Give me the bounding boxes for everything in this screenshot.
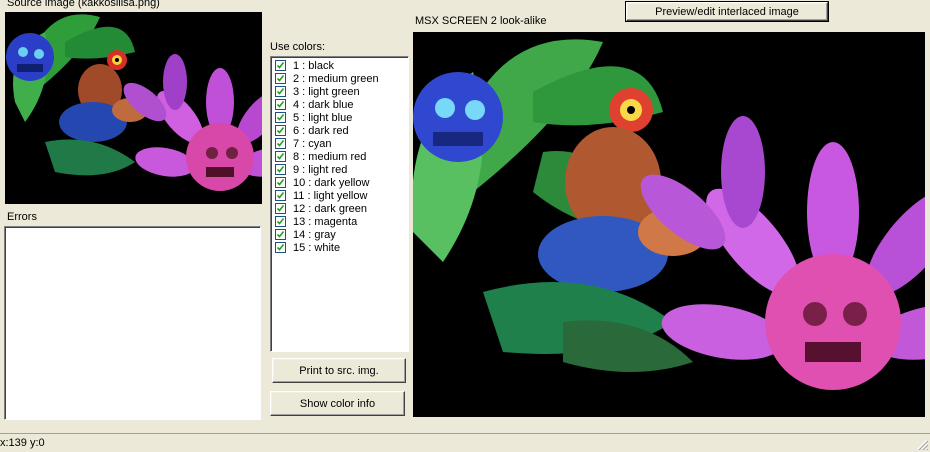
checkmark-icon <box>276 75 285 82</box>
checkbox[interactable] <box>275 216 286 227</box>
color-check-label: 5 : light blue <box>293 111 353 124</box>
show-color-info-button[interactable]: Show color info <box>270 391 405 416</box>
checkbox[interactable] <box>275 99 286 110</box>
checkbox[interactable] <box>275 164 286 175</box>
color-check-item[interactable]: 14 : gray <box>275 228 336 241</box>
color-check-item[interactable]: 8 : medium red <box>275 150 366 163</box>
color-check-item[interactable]: 5 : light blue <box>275 111 352 124</box>
color-check-item[interactable]: 11 : light yellow <box>275 189 367 202</box>
errors-content <box>5 227 260 231</box>
source-image-title: Source image (kakkosliisa.png) <box>7 0 160 9</box>
checkbox[interactable] <box>275 203 286 214</box>
checkmark-icon <box>276 153 285 160</box>
checkmark-icon <box>276 192 285 199</box>
color-check-label: 15 : white <box>293 241 341 254</box>
color-check-item[interactable]: 9 : light red <box>275 163 347 176</box>
checkmark-icon <box>276 127 285 134</box>
color-checklist[interactable]: 1 : black 2 : medium green 3 : light green… <box>270 56 409 352</box>
errors-textarea[interactable] <box>4 226 261 420</box>
color-check-item[interactable]: 6 : dark red <box>275 124 349 137</box>
checkbox[interactable] <box>275 177 286 188</box>
checkmark-icon <box>276 62 285 69</box>
preview-image-art <box>413 32 925 417</box>
errors-title: Errors <box>7 211 37 223</box>
source-image[interactable] <box>5 12 262 204</box>
checkmark-icon <box>276 114 285 121</box>
color-check-label: 12 : dark green <box>293 202 367 215</box>
checkbox[interactable] <box>275 125 286 136</box>
color-check-item[interactable]: 15 : white <box>275 241 340 254</box>
resize-grip-icon[interactable] <box>916 438 928 450</box>
color-check-label: 14 : gray <box>293 228 336 241</box>
checkmark-icon <box>276 88 285 95</box>
color-check-label: 13 : magenta <box>293 215 358 228</box>
color-check-item[interactable]: 10 : dark yellow <box>275 176 369 189</box>
checkmark-icon <box>276 244 285 251</box>
checkmark-icon <box>276 166 285 173</box>
checkmark-icon <box>276 205 285 212</box>
checkbox[interactable] <box>275 242 286 253</box>
checkbox[interactable] <box>275 86 286 97</box>
checkbox[interactable] <box>275 112 286 123</box>
checkmark-icon <box>276 101 285 108</box>
checkmark-icon <box>276 140 285 147</box>
color-check-label: 8 : medium red <box>293 150 367 163</box>
source-image-art <box>5 12 262 204</box>
color-check-label: 10 : dark yellow <box>293 176 370 189</box>
color-check-label: 1 : black <box>293 59 334 72</box>
checkbox[interactable] <box>275 60 286 71</box>
checkbox[interactable] <box>275 190 286 201</box>
color-check-item[interactable]: 7 : cyan <box>275 137 332 150</box>
color-check-item[interactable]: 3 : light green <box>275 85 360 98</box>
checkbox[interactable] <box>275 229 286 240</box>
color-check-item[interactable]: 1 : black <box>275 59 334 72</box>
color-check-item[interactable]: 4 : dark blue <box>275 98 354 111</box>
color-check-label: 4 : dark blue <box>293 98 354 111</box>
color-check-label: 6 : dark red <box>293 124 349 137</box>
color-check-label: 9 : light red <box>293 163 348 176</box>
status-bar: x:139 y:0 <box>0 433 930 452</box>
color-check-label: 11 : light yellow <box>293 189 368 202</box>
color-check-label: 2 : medium green <box>293 72 379 85</box>
color-check-label: 3 : light green <box>293 85 360 98</box>
print-to-source-button[interactable]: Print to src. img. <box>272 358 406 383</box>
color-check-item[interactable]: 2 : medium green <box>275 72 379 85</box>
use-colors-title: Use colors: <box>270 41 326 53</box>
color-check-item[interactable]: 12 : dark green <box>275 202 367 215</box>
checkmark-icon <box>276 179 285 186</box>
checkmark-icon <box>276 218 285 225</box>
cursor-coordinates: x:139 y:0 <box>0 437 45 449</box>
preview-title: MSX SCREEN 2 look-alike <box>415 15 547 27</box>
checkbox[interactable] <box>275 151 286 162</box>
checkbox[interactable] <box>275 138 286 149</box>
preview-image[interactable] <box>413 32 925 417</box>
checkbox[interactable] <box>275 73 286 84</box>
preview-interlaced-button[interactable]: Preview/edit interlaced image <box>625 1 829 22</box>
color-check-label: 7 : cyan <box>293 137 332 150</box>
color-check-item[interactable]: 13 : magenta <box>275 215 357 228</box>
checkmark-icon <box>276 231 285 238</box>
